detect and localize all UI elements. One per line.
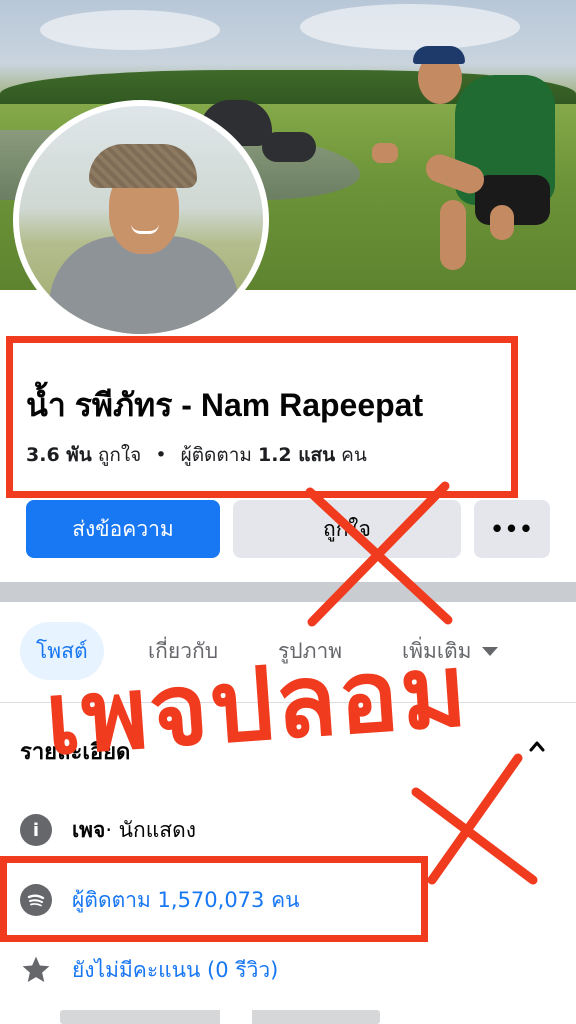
info-icon: i (20, 814, 52, 846)
avatar-photo (19, 106, 263, 334)
person-leg (440, 200, 466, 270)
details-row-category: i เพจ · นักแสดง (20, 810, 196, 850)
person-leg (490, 205, 514, 240)
annotation-box-profile (6, 336, 518, 498)
star-icon (22, 956, 50, 982)
cloud (40, 10, 220, 50)
send-message-button[interactable]: ส่งข้อความ (26, 500, 220, 558)
fake-page-stamp: เพจปลอม (41, 631, 473, 778)
more-options-button[interactable]: ••• (474, 500, 550, 558)
caret-down-icon (481, 646, 498, 656)
person-cap (413, 46, 465, 64)
section-divider (0, 582, 576, 602)
cross-mark-icon (305, 481, 453, 627)
category-type: เพจ (72, 817, 106, 842)
rating-text[interactable]: ยังไม่มีคะแนน (0 รีวิว) (72, 954, 278, 987)
buffalo (262, 132, 316, 162)
profile-avatar[interactable] (13, 100, 269, 340)
annotation-box-followers (0, 856, 428, 942)
details-row-rating[interactable]: ยังไม่มีคะแนน (0 รีวิว) (20, 950, 278, 990)
cut-off-text-row (60, 1010, 380, 1024)
cross-mark-icon (411, 753, 538, 885)
cloud (300, 4, 520, 50)
avatar-hat (89, 144, 197, 188)
category-value: · นักแสดง (105, 817, 196, 842)
thumbs-up-hand (372, 143, 398, 163)
